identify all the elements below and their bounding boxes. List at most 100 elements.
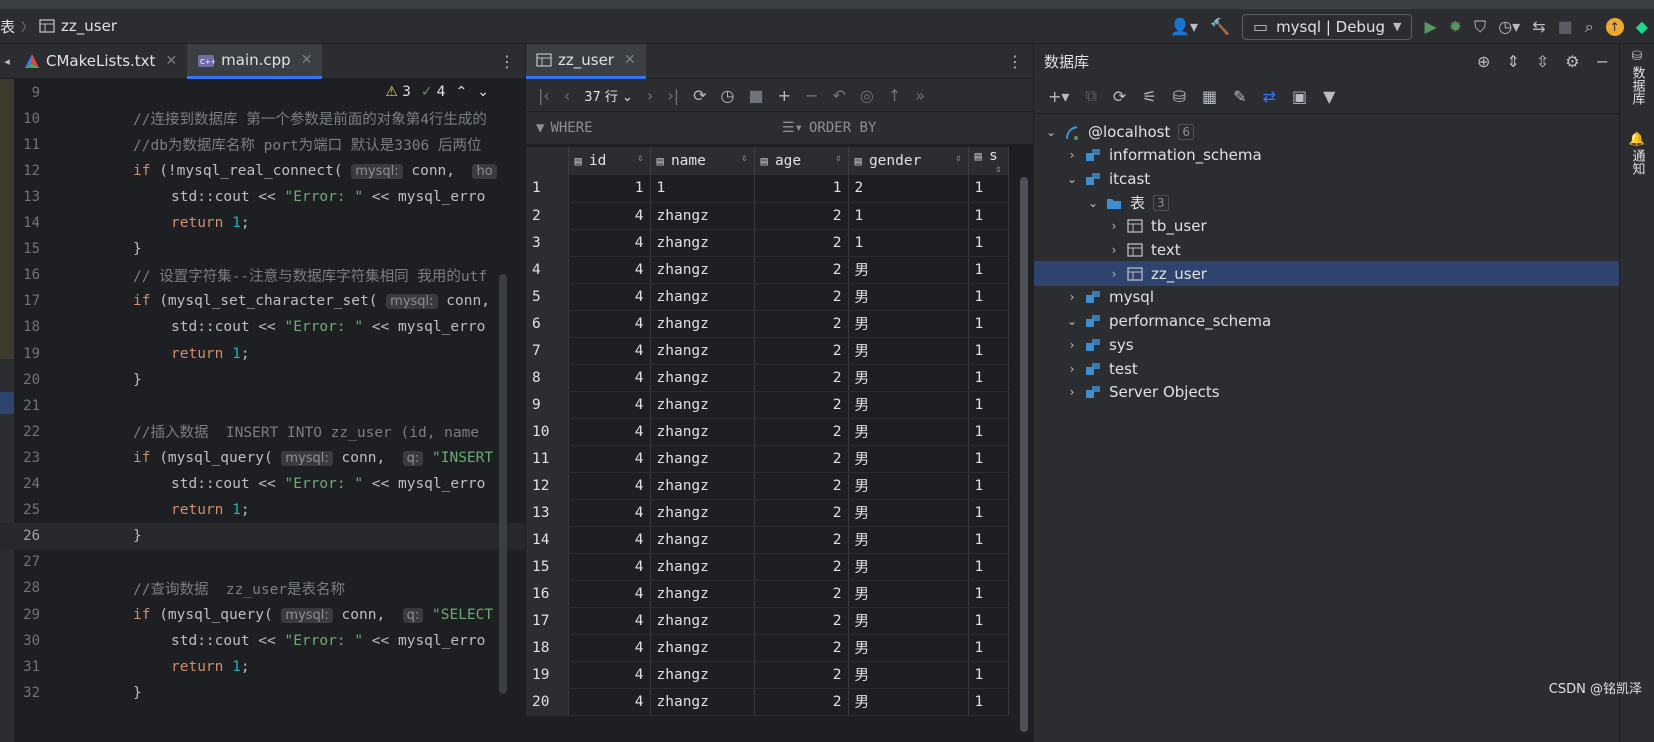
tab-cmakelists[interactable]: CMakeLists.txt ✕	[14, 44, 187, 79]
chevron-down-icon[interactable]: ⌄	[1065, 314, 1079, 328]
table-cell[interactable]: 2	[754, 391, 849, 419]
table-row[interactable]: 3 4 zhangz 2 1 1	[526, 229, 1009, 257]
code-line[interactable]: 26}	[0, 522, 525, 550]
update-icon[interactable]: ↑	[1605, 17, 1624, 36]
expand-all-icon[interactable]: ⇕	[1506, 52, 1519, 71]
column-header[interactable]: ▤ id ⇕	[568, 147, 651, 175]
table-cell[interactable]: zhangz	[650, 526, 755, 554]
build-hammer-icon[interactable]: 🔨	[1210, 17, 1230, 36]
table-cell[interactable]: 男	[848, 391, 969, 419]
column-header[interactable]: ▤ name ⇕	[650, 147, 755, 175]
table-cell[interactable]: 4	[568, 499, 651, 527]
sort-arrows-icon[interactable]: ⇕	[637, 153, 643, 164]
table-cell[interactable]: 4	[568, 553, 651, 581]
table-cell[interactable]: zhangz	[650, 229, 755, 257]
tree-item-schema[interactable]: ⌄ itcast	[1034, 166, 1620, 191]
table-cell[interactable]: 男	[848, 472, 969, 500]
chevron-down-icon[interactable]: ⌄	[1065, 172, 1079, 186]
table-cell[interactable]: zhangz	[650, 445, 755, 473]
table-cell[interactable]: 4	[568, 472, 651, 500]
prev-page-icon[interactable]: ‹	[564, 86, 570, 105]
code-line[interactable]: 12 if (!mysql_real_connect( mysql: conn, …	[0, 157, 525, 184]
table-cell[interactable]: 1	[968, 175, 1009, 203]
table-cell[interactable]: 1	[968, 580, 1009, 608]
table-cell[interactable]: zhangz	[650, 364, 755, 392]
history-icon[interactable]: ◷	[721, 86, 735, 105]
revert-icon[interactable]: ↶	[832, 86, 845, 105]
code-line[interactable]: 25 return 1;	[0, 497, 525, 524]
table-cell[interactable]: 4	[568, 229, 651, 257]
close-icon[interactable]: ✕	[165, 53, 177, 69]
table-row[interactable]: 10 4 zhangz 2 男 1	[526, 418, 1009, 446]
table-cell[interactable]: 男	[848, 526, 969, 554]
profile-icon[interactable]: ◷▾	[1498, 17, 1520, 36]
code-line[interactable]: 17 if (mysql_set_character_set( mysql: co…	[0, 288, 525, 315]
table-cell[interactable]: 4	[568, 364, 651, 392]
table-cell[interactable]: 4	[568, 337, 651, 365]
code-line[interactable]: 13 std::cout << "Error: " << mysql_erro	[0, 183, 525, 210]
table-cell[interactable]: 男	[848, 364, 969, 392]
debug-icon[interactable]: ✹	[1449, 17, 1462, 36]
table-cell[interactable]: 1	[568, 175, 651, 203]
table-cell[interactable]: 4	[568, 661, 651, 689]
table-cell[interactable]: 2	[754, 580, 849, 608]
table-cell[interactable]: 2	[754, 337, 849, 365]
sort-arrows-icon[interactable]: ⇕	[741, 153, 747, 164]
code-line[interactable]: 16 // 设置字符集--注意与数据库字符集相同 我用的utf	[0, 262, 525, 289]
toolbox-icon[interactable]: ◆	[1636, 17, 1648, 36]
table-cell[interactable]: 男	[848, 580, 969, 608]
table-cell[interactable]: zhangz	[650, 607, 755, 635]
chevron-right-icon[interactable]: ›	[1065, 385, 1079, 399]
table-cell[interactable]: 4	[568, 310, 651, 338]
minimize-icon[interactable]: −	[1596, 52, 1609, 71]
sort-arrows-icon[interactable]: ⇕	[835, 153, 841, 164]
table-cell[interactable]: zhangz	[650, 256, 755, 284]
table-cell[interactable]: 男	[848, 499, 969, 527]
run-icon[interactable]: ▶	[1424, 17, 1436, 36]
code-line[interactable]: 14 return 1;	[0, 210, 525, 237]
table-cell[interactable]: 1	[968, 418, 1009, 446]
target-icon[interactable]: ⊕	[1477, 52, 1490, 71]
table-cell[interactable]: 4	[568, 634, 651, 662]
table-cell[interactable]: 2	[754, 202, 849, 230]
table-row[interactable]: 7 4 zhangz 2 男 1	[526, 337, 1009, 365]
notifications-tool-button[interactable]: 🔔 通知	[1623, 132, 1651, 192]
table-cell[interactable]: 2	[754, 310, 849, 338]
data-grid-viewport[interactable]: ▤ id ⇕ ▤ name ⇕ ▤ age ⇕ ▤ gender ⇕ ▤ s ⇕ 11112124…	[526, 147, 1016, 742]
table-cell[interactable]: 4	[568, 283, 651, 311]
tab-main-cpp[interactable]: C++ main.cpp ✕	[187, 43, 323, 79]
table-row[interactable]: 18 4 zhangz 2 男 1	[526, 634, 1009, 662]
table-cell[interactable]: 1	[968, 229, 1009, 257]
database-tool-button[interactable]: ⛁ 数据库	[1623, 49, 1651, 109]
coverage-icon[interactable]: ⛉	[1474, 17, 1486, 37]
preview-icon[interactable]: ◎	[860, 86, 874, 105]
table-row[interactable]: 4 4 zhangz 2 男 1	[526, 256, 1009, 284]
chevron-right-icon[interactable]: ›	[1065, 148, 1079, 162]
copy-icon[interactable]: ⧉	[1085, 86, 1096, 106]
table-cell[interactable]: 4	[568, 202, 651, 230]
column-header[interactable]: ▤ gender ⇕	[848, 147, 969, 175]
table-cell[interactable]: 2	[754, 607, 849, 635]
table-cell[interactable]: zhangz	[650, 499, 755, 527]
table-cell[interactable]: 1	[848, 229, 969, 257]
datasource-icon[interactable]: ⛁	[1173, 87, 1186, 106]
table-row[interactable]: 20 4 zhangz 2 男 1	[526, 688, 1009, 716]
tree-item-schema[interactable]: ⌄ performance_schema	[1034, 309, 1620, 334]
table-cell[interactable]: 2	[754, 526, 849, 554]
table-cell[interactable]: 2	[754, 418, 849, 446]
table-cell[interactable]: 2	[754, 472, 849, 500]
tree-item-schema[interactable]: › test	[1034, 356, 1620, 381]
tab-zz-user[interactable]: zz_user ✕	[526, 43, 646, 79]
stop-icon[interactable]: ■	[749, 86, 764, 105]
chevron-right-icon[interactable]: ›	[1107, 243, 1121, 257]
filter-icon[interactable]: ▼	[1323, 87, 1335, 106]
tree-item-host[interactable]: ⌄ @localhost 6	[1034, 119, 1620, 144]
table-cell[interactable]: 4	[568, 256, 651, 284]
table-cell[interactable]: 1	[968, 553, 1009, 581]
attach-icon[interactable]: ⇆	[1532, 17, 1545, 36]
tree-item-server[interactable]: › Server Objects	[1034, 380, 1620, 405]
code-line[interactable]: 9	[0, 79, 525, 106]
table-row[interactable]: 5 4 zhangz 2 男 1	[526, 283, 1009, 311]
table-cell[interactable]: 2	[754, 364, 849, 392]
more-vert-icon[interactable]: ⋮	[1007, 52, 1023, 71]
